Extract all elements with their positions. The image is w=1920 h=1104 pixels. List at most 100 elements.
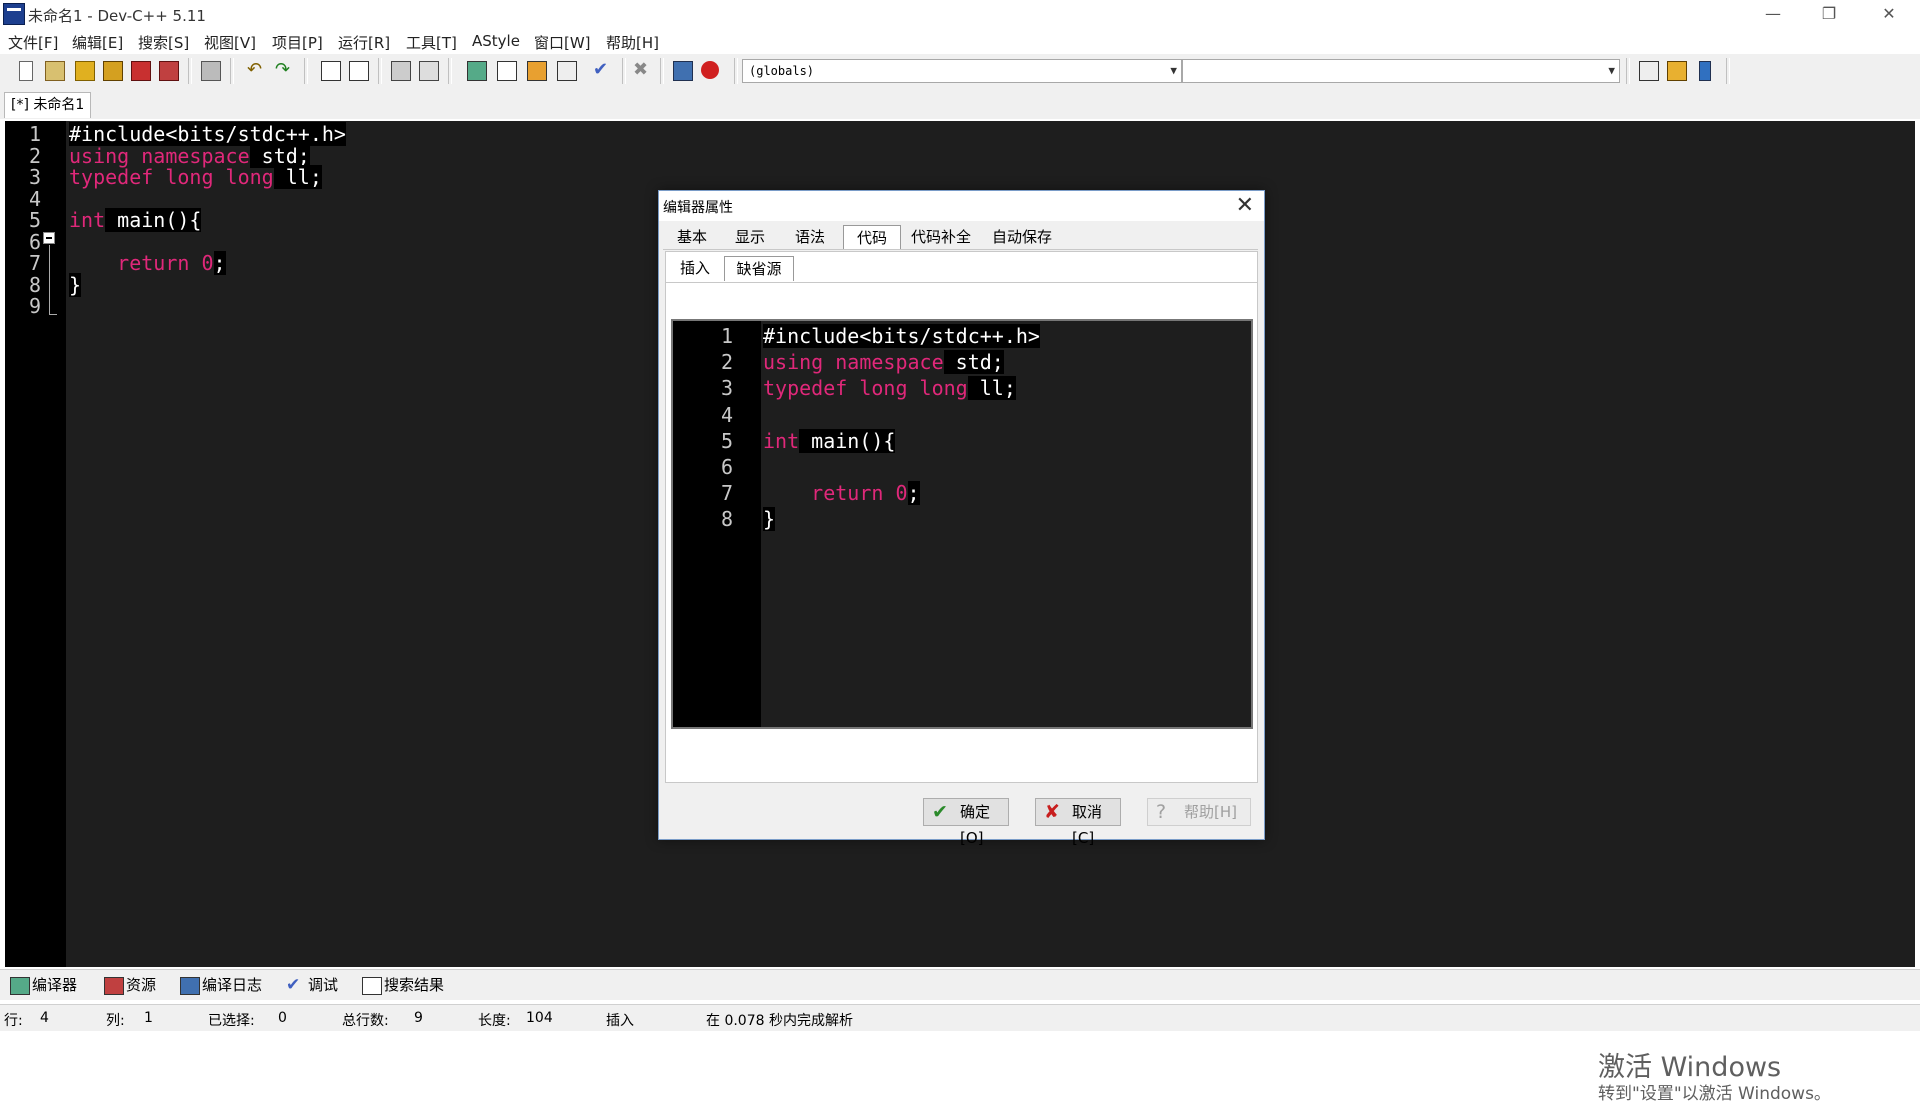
menu-project[interactable]: 项目[P] xyxy=(272,32,323,53)
stop-button[interactable]: ✖ xyxy=(630,58,654,82)
dialog-close-button[interactable]: ✕ xyxy=(1236,193,1254,218)
chevron-down-icon: ▼ xyxy=(1608,64,1615,77)
code-token: typedef long long xyxy=(763,376,968,401)
resources-icon xyxy=(104,977,124,995)
tab-code[interactable]: 代码 xyxy=(843,225,901,250)
menu-bar: 文件[F] 编辑[E] 搜索[S] 视图[V] 项目[P] 运行[R] 工具[T… xyxy=(0,28,1920,54)
code-line: 3 typedef long long ll; xyxy=(673,375,1251,401)
save-all-icon xyxy=(103,61,123,81)
bottom-panel-tabs: 编译器 资源 编译日志 ✔ 调试 搜索结果 xyxy=(0,969,1920,1000)
menu-tools[interactable]: 工具[T] xyxy=(406,32,457,53)
tab-code-completion[interactable]: 代码补全 xyxy=(903,225,979,249)
code-line: 2 using namespace std; xyxy=(673,349,1251,375)
open-file-button[interactable] xyxy=(42,58,66,82)
line-number: 2 xyxy=(720,350,733,375)
find-button[interactable] xyxy=(318,58,342,82)
code-line: 7 return 0; xyxy=(673,480,1251,506)
debug-button[interactable] xyxy=(698,58,722,82)
tab-autosave[interactable]: 自动保存 xyxy=(983,225,1061,249)
tiles-button[interactable] xyxy=(554,58,578,82)
open-file-icon xyxy=(45,61,65,81)
status-col: 1 xyxy=(144,1010,153,1026)
code-line: 1 #include<bits/stdc++.h> xyxy=(673,323,1251,349)
menu-edit[interactable]: 编辑[E] xyxy=(72,32,123,53)
subtab-insert[interactable]: 插入 xyxy=(670,256,720,280)
cross-icon: ✘ xyxy=(1044,801,1060,823)
menu-search[interactable]: 搜索[S] xyxy=(138,32,189,53)
status-col-label: 列: xyxy=(106,1013,125,1029)
code-token: ll; xyxy=(967,376,1016,401)
unindent-button[interactable] xyxy=(416,58,440,82)
insert-button[interactable] xyxy=(1664,58,1688,82)
fold-end xyxy=(49,314,57,315)
save-button[interactable] xyxy=(72,58,96,82)
cancel-button[interactable]: ✘ 取消[C] xyxy=(1035,798,1121,847)
tiles-icon xyxy=(557,61,577,81)
save-all-button[interactable] xyxy=(100,58,124,82)
goto-button[interactable] xyxy=(1636,58,1660,82)
insert-icon xyxy=(1667,61,1687,81)
menu-file[interactable]: 文件[F] xyxy=(8,32,58,53)
bookmark-button[interactable] xyxy=(1692,58,1716,82)
dialog-title-bar: 编辑器属性 ✕ xyxy=(659,191,1264,221)
subtab-default-source[interactable]: 缺省源 xyxy=(724,256,794,281)
menu-window[interactable]: 窗口[W] xyxy=(534,32,591,53)
replace-button[interactable] xyxy=(346,58,370,82)
undo-button[interactable]: ↶ xyxy=(244,58,268,82)
menu-help[interactable]: 帮助[H] xyxy=(606,32,659,53)
grid-icon xyxy=(467,61,487,81)
layout-icon xyxy=(527,61,547,81)
tab-compiler[interactable]: 编译器 xyxy=(8,974,77,996)
tab-display[interactable]: 显示 xyxy=(723,225,777,249)
redo-button[interactable]: ↷ xyxy=(272,58,296,82)
ok-button[interactable]: ✔ 确定[O] xyxy=(923,798,1009,847)
stop-icon: ✖ xyxy=(633,59,649,80)
tab-resources[interactable]: 资源 xyxy=(102,974,156,996)
class-combo[interactable]: (globals) ▼ xyxy=(742,59,1182,83)
menu-view[interactable]: 视图[V] xyxy=(204,32,256,53)
help-icon: ? xyxy=(1156,801,1167,823)
code-token: std; xyxy=(943,350,1004,375)
code-text: using namespace std; xyxy=(763,349,1004,375)
minimize-button[interactable]: — xyxy=(1745,0,1801,28)
code-token: ; xyxy=(907,481,920,506)
indent-button[interactable] xyxy=(388,58,412,82)
line-number: 9 xyxy=(28,294,41,318)
help-button: ? 帮助[H] xyxy=(1147,798,1251,826)
menu-run[interactable]: 运行[R] xyxy=(338,32,390,53)
new-project-button[interactable] xyxy=(464,58,488,82)
layout-button[interactable] xyxy=(524,58,548,82)
tab-search-results[interactable]: 搜索结果 xyxy=(360,974,444,996)
member-combo[interactable]: ▼ xyxy=(1182,59,1620,83)
code-token: #include<bits/stdc++.h> xyxy=(763,324,1040,348)
new-file-button[interactable] xyxy=(14,58,38,82)
code-line: 8} xyxy=(673,506,1251,532)
close-window-button[interactable]: ✕ xyxy=(1861,0,1917,28)
print-button[interactable] xyxy=(198,58,222,82)
restore-button[interactable]: ❐ xyxy=(1801,0,1857,28)
tab-basic[interactable]: 基本 xyxy=(665,225,719,249)
tab-untitled1[interactable]: [*] 未命名1 xyxy=(4,92,92,118)
tab-debug[interactable]: ✔ 调试 xyxy=(284,974,338,996)
profile-button[interactable] xyxy=(670,58,694,82)
check-syntax-button[interactable]: ✔ xyxy=(590,58,614,82)
close-all-button[interactable] xyxy=(156,58,180,82)
status-mode: 插入 xyxy=(606,1013,634,1029)
check-icon: ✔ xyxy=(593,59,609,80)
code-text: typedef long long ll; xyxy=(763,375,1016,401)
editor-properties-dialog: 编辑器属性 ✕ 基本 显示 语法 代码 代码补全 自动保存 插入 缺省源 1 #i… xyxy=(658,190,1265,847)
menu-astyle[interactable]: AStyle xyxy=(472,32,520,50)
dialog-title: 编辑器属性 xyxy=(663,200,733,216)
tab-compile-log[interactable]: 编译日志 xyxy=(178,974,262,996)
code-token: 0 xyxy=(895,481,908,506)
code-token: } xyxy=(763,507,776,532)
tab-syntax[interactable]: 语法 xyxy=(781,225,839,249)
find-icon xyxy=(321,61,341,81)
check-icon: ✔ xyxy=(932,801,948,823)
fold-toggle-icon[interactable] xyxy=(43,232,55,244)
code-text: } xyxy=(763,506,776,532)
default-source-editor[interactable]: 1 #include<bits/stdc++.h> 2 using namespace… xyxy=(671,319,1253,729)
close-file-icon xyxy=(131,61,151,81)
close-file-button[interactable] xyxy=(128,58,152,82)
window-button[interactable] xyxy=(494,58,518,82)
